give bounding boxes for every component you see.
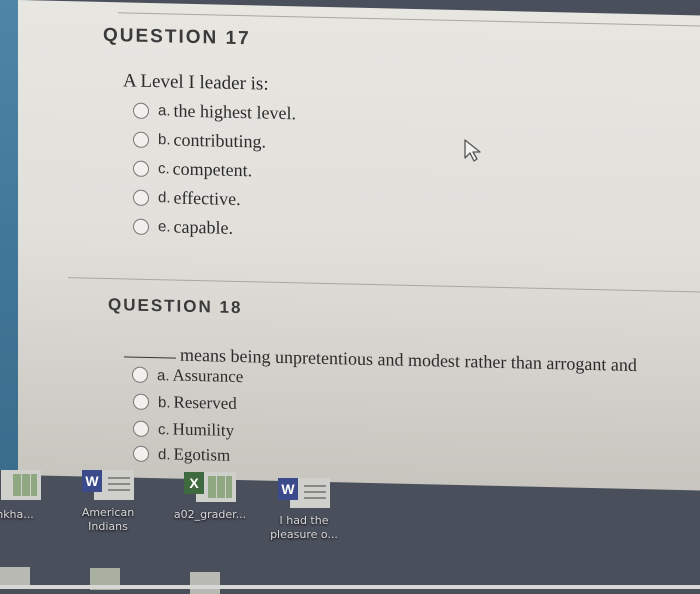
excel-file-icon (0, 470, 41, 500)
question-17-prompt: A Level I leader is: (123, 70, 269, 95)
radio-button[interactable] (133, 420, 149, 437)
divider (118, 12, 700, 27)
radio-button[interactable] (132, 366, 148, 383)
desktop-icon-nkha[interactable]: nkha... (0, 470, 50, 522)
excel-file-icon: X (184, 472, 236, 502)
word-document-icon: W (278, 478, 330, 508)
divider (68, 277, 700, 293)
question-18-option-d[interactable]: d. Egotism (133, 444, 230, 466)
question-17-heading: QUESTION 17 (103, 24, 251, 50)
question-17-option-a[interactable]: a. the highest level. (133, 100, 296, 125)
question-18-option-b[interactable]: b. Reserved (133, 392, 237, 414)
word-document-icon: W (82, 470, 134, 500)
radio-button[interactable] (133, 131, 149, 148)
radio-button[interactable] (133, 445, 149, 462)
desktop-icon-american-indians[interactable]: W American Indians (70, 470, 146, 534)
radio-button[interactable] (133, 160, 149, 177)
question-17-option-b[interactable]: b. contributing. (133, 129, 266, 153)
desktop-icon-a02-grader[interactable]: X a02_grader... (160, 472, 260, 522)
radio-button[interactable] (133, 189, 149, 206)
radio-button[interactable] (133, 393, 149, 410)
radio-button[interactable] (133, 218, 149, 235)
screen-edge (0, 585, 700, 589)
question-17-option-d[interactable]: d. effective. (133, 187, 241, 210)
question-18-heading: QUESTION 18 (108, 295, 243, 318)
question-18-option-a[interactable]: a. Assurance (132, 365, 243, 388)
radio-button[interactable] (133, 102, 149, 119)
file-icon[interactable] (190, 572, 220, 594)
question-17-option-e[interactable]: e. capable. (133, 216, 233, 239)
fill-in-blank (124, 356, 176, 359)
mouse-cursor-icon (464, 139, 481, 162)
quiz-page: QUESTION 17 A Level I leader is: a. the … (18, 0, 700, 491)
question-18-option-c[interactable]: c. Humility (133, 419, 234, 441)
question-17-option-c[interactable]: c. competent. (133, 158, 252, 182)
desktop-icon-i-had-the-pleasure[interactable]: W I had the pleasure o... (262, 478, 346, 542)
